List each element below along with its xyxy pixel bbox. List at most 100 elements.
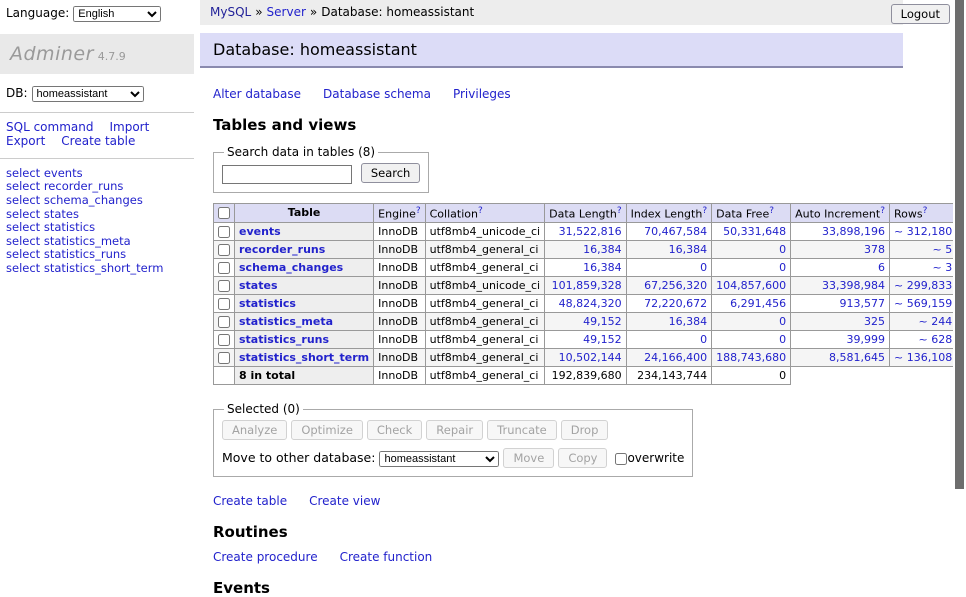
bulk-action-button-check[interactable]: Check: [367, 420, 422, 440]
table-name-link[interactable]: statistics_short_term: [239, 351, 369, 364]
cell-value-link[interactable]: 0: [779, 333, 786, 346]
sidebar-select-link[interactable]: select statistics_runs: [6, 248, 188, 262]
bulk-action-button-truncate[interactable]: Truncate: [487, 420, 557, 440]
table-name-link[interactable]: events: [239, 225, 281, 238]
cell-value-link[interactable]: 67,256,320: [644, 279, 707, 292]
cell-value-link[interactable]: 101,859,328: [552, 279, 622, 292]
move-db-select[interactable]: homeassistant: [379, 451, 499, 467]
help-link[interactable]: ?: [478, 206, 483, 216]
table-name-link[interactable]: recorder_runs: [239, 243, 325, 256]
cell-value-link[interactable]: 49,152: [583, 315, 622, 328]
cell-value-link[interactable]: 33,398,984: [822, 279, 885, 292]
breadcrumb-link-mysql[interactable]: MySQL: [210, 5, 251, 19]
cell-value-link[interactable]: 10,502,144: [559, 351, 622, 364]
sidebar-select-link[interactable]: select statistics_short_term: [6, 262, 188, 276]
cell-value-link[interactable]: ~ 628: [918, 333, 952, 346]
cell-value-link[interactable]: 39,999: [847, 333, 886, 346]
overwrite-checkbox[interactable]: [615, 453, 627, 465]
routine-link[interactable]: Create procedure: [213, 550, 318, 564]
cell-value-link[interactable]: 6,291,456: [730, 297, 786, 310]
cell-value-link[interactable]: 16,384: [669, 243, 708, 256]
cell-value-link[interactable]: 16,384: [583, 261, 622, 274]
table-name-link[interactable]: schema_changes: [239, 261, 343, 274]
table-name-link[interactable]: statistics: [239, 297, 296, 310]
cell-value-link[interactable]: 378: [864, 243, 885, 256]
scrollbar[interactable]: [953, 0, 966, 543]
cell-value-link[interactable]: 325: [864, 315, 885, 328]
select-all-checkbox[interactable]: [218, 207, 230, 219]
cell-value-link[interactable]: 70,467,584: [644, 225, 707, 238]
language-select[interactable]: English: [73, 6, 161, 22]
cell-value-link[interactable]: ~ 244: [918, 315, 952, 328]
row-checkbox[interactable]: [218, 280, 230, 292]
cell-value-link[interactable]: 8,581,645: [829, 351, 885, 364]
create-link[interactable]: Create table: [213, 494, 287, 508]
bulk-action-button-optimize[interactable]: Optimize: [291, 420, 363, 440]
cell-value-link[interactable]: ~ 136,108: [894, 351, 952, 364]
row-checkbox[interactable]: [218, 352, 230, 364]
database-action-link[interactable]: Database schema: [323, 87, 431, 101]
help-link[interactable]: ?: [769, 206, 774, 216]
cell-value-link[interactable]: 104,857,600: [716, 279, 786, 292]
help-link[interactable]: ?: [416, 206, 421, 216]
logout-button[interactable]: Logout: [891, 4, 950, 24]
help-link[interactable]: ?: [923, 206, 928, 216]
sidebar-command-link[interactable]: Create table: [61, 134, 135, 148]
cell-value-link[interactable]: 0: [700, 261, 707, 274]
cell-value-link[interactable]: ~ 3: [932, 261, 952, 274]
cell-value-link[interactable]: 16,384: [583, 243, 622, 256]
routine-link[interactable]: Create function: [340, 550, 433, 564]
cell-value-link[interactable]: ~ 299,833: [894, 279, 952, 292]
sidebar-select-link[interactable]: select statistics_meta: [6, 235, 188, 249]
sidebar-command-link[interactable]: SQL command: [6, 120, 93, 134]
copy-button[interactable]: Copy: [558, 448, 607, 468]
cell-value-link[interactable]: ~ 312,180: [894, 225, 952, 238]
bulk-action-button-analyze[interactable]: Analyze: [222, 420, 287, 440]
bulk-action-button-drop[interactable]: Drop: [561, 420, 609, 440]
cell-value-link[interactable]: 49,152: [583, 333, 622, 346]
row-checkbox[interactable]: [218, 334, 230, 346]
create-link[interactable]: Create view: [309, 494, 380, 508]
breadcrumb-link-server[interactable]: Server: [267, 5, 306, 19]
cell-value-link[interactable]: 16,384: [669, 315, 708, 328]
table-name-link[interactable]: statistics_meta: [239, 315, 333, 328]
cell-value-link[interactable]: 31,522,816: [559, 225, 622, 238]
search-button[interactable]: Search: [361, 163, 421, 183]
row-checkbox[interactable]: [218, 298, 230, 310]
database-action-link[interactable]: Alter database: [213, 87, 301, 101]
sidebar-select-link[interactable]: select statistics: [6, 221, 188, 235]
help-link[interactable]: ?: [617, 206, 622, 216]
cell-value-link[interactable]: 188,743,680: [716, 351, 786, 364]
table-name-link[interactable]: statistics_runs: [239, 333, 329, 346]
cell-value-link[interactable]: 33,898,196: [822, 225, 885, 238]
cell-value-link[interactable]: 0: [779, 315, 786, 328]
cell-value-link[interactable]: 913,577: [840, 297, 886, 310]
db-select[interactable]: homeassistant: [32, 86, 144, 102]
help-link[interactable]: ?: [880, 206, 885, 216]
sidebar-command-link[interactable]: Import: [109, 120, 149, 134]
search-input[interactable]: [222, 165, 352, 184]
row-checkbox[interactable]: [218, 262, 230, 274]
sidebar-select-link[interactable]: select events: [6, 167, 188, 181]
cell-value-link[interactable]: 0: [779, 261, 786, 274]
cell-value-link[interactable]: 24,166,400: [644, 351, 707, 364]
bulk-action-button-repair[interactable]: Repair: [426, 420, 483, 440]
row-checkbox[interactable]: [218, 226, 230, 238]
cell-value-link[interactable]: 0: [779, 243, 786, 256]
help-link[interactable]: ?: [702, 206, 707, 216]
cell-value-link[interactable]: 50,331,648: [723, 225, 786, 238]
cell-value-link[interactable]: ~ 569,159: [894, 297, 952, 310]
sidebar-command-link[interactable]: Export: [6, 134, 45, 148]
row-checkbox[interactable]: [218, 316, 230, 328]
cell-value-link[interactable]: 0: [700, 333, 707, 346]
sidebar-select-link[interactable]: select recorder_runs: [6, 180, 188, 194]
sidebar-select-link[interactable]: select states: [6, 208, 188, 222]
cell-value-link[interactable]: 48,824,320: [559, 297, 622, 310]
table-name-link[interactable]: states: [239, 279, 278, 292]
move-button[interactable]: Move: [503, 448, 554, 468]
cell-value-link[interactable]: 72,220,672: [644, 297, 707, 310]
cell-value-link[interactable]: 6: [878, 261, 885, 274]
database-action-link[interactable]: Privileges: [453, 87, 511, 101]
scrollbar-thumb[interactable]: [955, 0, 964, 489]
row-checkbox[interactable]: [218, 244, 230, 256]
